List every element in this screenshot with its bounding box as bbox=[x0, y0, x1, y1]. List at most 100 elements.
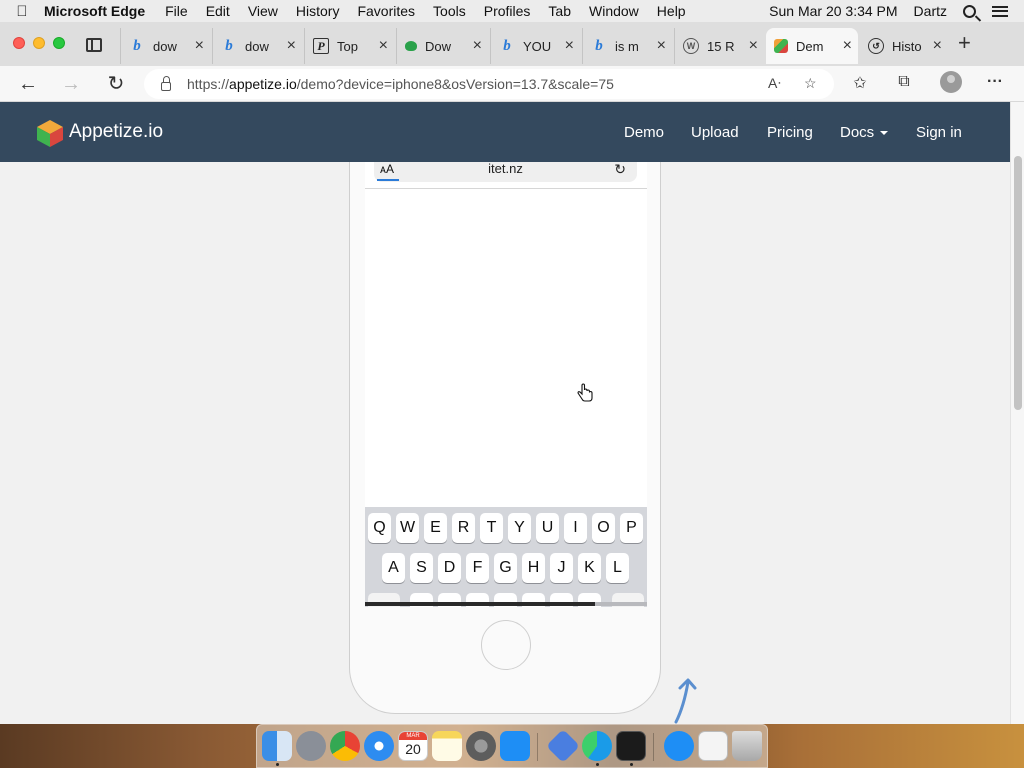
nav-demo[interactable]: Demo bbox=[624, 124, 664, 141]
key-e[interactable]: E bbox=[424, 513, 447, 543]
read-aloud-icon[interactable]: Aᐧ bbox=[768, 75, 781, 92]
key-l[interactable]: L bbox=[606, 553, 629, 583]
menu-edit[interactable]: Edit bbox=[206, 3, 230, 19]
key-u[interactable]: U bbox=[536, 513, 559, 543]
close-tab-icon[interactable]: × bbox=[933, 37, 942, 55]
key-f[interactable]: F bbox=[466, 553, 489, 583]
menu-window[interactable]: Window bbox=[589, 3, 639, 19]
key-k[interactable]: K bbox=[578, 553, 601, 583]
key-r[interactable]: R bbox=[452, 513, 475, 543]
menu-tab[interactable]: Tab bbox=[548, 3, 571, 19]
key-h[interactable]: H bbox=[522, 553, 545, 583]
key-a[interactable]: A bbox=[382, 553, 405, 583]
terminal-icon[interactable] bbox=[616, 731, 646, 761]
nav-docs[interactable]: Docs bbox=[840, 124, 889, 141]
control-center-icon[interactable] bbox=[992, 5, 1008, 17]
system-preferences-icon[interactable] bbox=[466, 731, 496, 761]
tab-3[interactable]: P Top × bbox=[304, 28, 394, 64]
nav-pricing[interactable]: Pricing bbox=[767, 124, 813, 141]
scrollbar-thumb[interactable] bbox=[1014, 156, 1022, 410]
nav-upload[interactable]: Upload bbox=[691, 124, 739, 141]
key-p[interactable]: P bbox=[620, 513, 643, 543]
key-o[interactable]: O bbox=[592, 513, 615, 543]
address-url[interactable]: https://appetize.io/demo?device=iphone8&… bbox=[187, 76, 614, 92]
safari-icon[interactable] bbox=[364, 731, 394, 761]
app-store-icon[interactable] bbox=[500, 731, 530, 761]
tab-title: Top bbox=[337, 38, 358, 54]
running-indicator bbox=[630, 763, 633, 766]
back-button[interactable]: ← bbox=[15, 71, 41, 97]
menu-history[interactable]: History bbox=[296, 3, 340, 19]
key-t[interactable]: T bbox=[480, 513, 503, 543]
app-menu[interactable]: Microsoft Edge bbox=[44, 3, 145, 19]
close-tab-icon[interactable]: × bbox=[287, 37, 296, 55]
calendar-icon[interactable]: MAR 20 bbox=[398, 731, 428, 761]
favorites-icon[interactable]: ✩ bbox=[849, 73, 871, 95]
page-scrollbar[interactable] bbox=[1010, 102, 1024, 724]
edge-icon[interactable] bbox=[582, 731, 612, 761]
key-y[interactable]: Y bbox=[508, 513, 531, 543]
close-tab-icon[interactable]: × bbox=[657, 37, 666, 55]
safari-reload-icon[interactable]: ↻ bbox=[614, 161, 626, 178]
phone-screen[interactable]: ᴀA itet.nz ↻ Q W E R T Y U I O P A S D F… bbox=[365, 132, 647, 607]
menu-profiles[interactable]: Profiles bbox=[484, 3, 531, 19]
tab-4[interactable]: Dow × bbox=[396, 28, 488, 64]
zoom-window-button[interactable] bbox=[53, 37, 65, 49]
close-tab-icon[interactable]: × bbox=[565, 37, 574, 55]
address-bar[interactable]: https://appetize.io/demo?device=iphone8&… bbox=[144, 69, 834, 99]
spotlight-search-icon[interactable] bbox=[963, 4, 976, 18]
new-tab-button[interactable]: + bbox=[958, 30, 971, 56]
tab-5[interactable]: b YOU × bbox=[490, 28, 580, 64]
tab-1[interactable]: b dow × bbox=[120, 28, 210, 64]
key-g[interactable]: G bbox=[494, 553, 517, 583]
nav-sign-in[interactable]: Sign in bbox=[916, 124, 962, 141]
close-tab-icon[interactable]: × bbox=[473, 37, 482, 55]
refresh-button[interactable]: ↻ bbox=[103, 71, 129, 97]
tab-8-active[interactable]: Dem × bbox=[766, 28, 858, 64]
launchpad-icon[interactable] bbox=[296, 731, 326, 761]
close-tab-icon[interactable]: × bbox=[749, 37, 758, 55]
lock-icon[interactable] bbox=[161, 75, 171, 91]
tab-7[interactable]: W 15 R × bbox=[674, 28, 764, 64]
menu-tools[interactable]: Tools bbox=[433, 3, 466, 19]
close-tab-icon[interactable]: × bbox=[195, 37, 204, 55]
tab-actions-icon[interactable] bbox=[86, 38, 102, 52]
key-j[interactable]: J bbox=[550, 553, 573, 583]
apple-menu-icon[interactable]:  bbox=[0, 3, 44, 20]
key-s[interactable]: S bbox=[410, 553, 433, 583]
home-button[interactable] bbox=[481, 620, 531, 670]
key-w[interactable]: W bbox=[396, 513, 419, 543]
tab-6[interactable]: b is m × bbox=[582, 28, 672, 64]
tab-2[interactable]: b dow × bbox=[212, 28, 302, 64]
menu-help[interactable]: Help bbox=[657, 3, 686, 19]
menu-file[interactable]: File bbox=[165, 3, 188, 19]
close-window-button[interactable] bbox=[13, 37, 25, 49]
profile-avatar[interactable] bbox=[940, 71, 962, 93]
trash-icon[interactable] bbox=[732, 731, 762, 761]
visual-studio-icon[interactable] bbox=[546, 729, 580, 763]
app-store-downloads-icon[interactable] bbox=[664, 731, 694, 761]
close-tab-icon[interactable]: × bbox=[843, 37, 852, 55]
site-brand[interactable]: Appetize.io bbox=[69, 121, 163, 143]
chrome-icon[interactable] bbox=[330, 731, 360, 761]
key-i[interactable]: I bbox=[564, 513, 587, 543]
document-icon[interactable] bbox=[698, 731, 728, 761]
appetize-logo-icon[interactable] bbox=[35, 118, 65, 148]
tab-9[interactable]: ↺ Histo × bbox=[860, 28, 948, 64]
menu-favorites[interactable]: Favorites bbox=[357, 3, 415, 19]
key-q[interactable]: Q bbox=[368, 513, 391, 543]
page-load-progress bbox=[377, 179, 399, 181]
menubar-clock[interactable]: Sun Mar 20 3:34 PM bbox=[769, 3, 897, 19]
forward-button[interactable]: → bbox=[58, 71, 84, 97]
collections-icon[interactable]: ⧉ bbox=[893, 73, 915, 95]
close-tab-icon[interactable]: × bbox=[379, 37, 388, 55]
add-favorite-icon[interactable]: ☆ bbox=[804, 75, 817, 92]
key-d[interactable]: D bbox=[438, 553, 461, 583]
menubar-user[interactable]: Dartz bbox=[914, 3, 947, 19]
finder-icon[interactable] bbox=[262, 731, 292, 761]
safari-host-label[interactable]: itet.nz bbox=[374, 161, 637, 176]
notes-icon[interactable] bbox=[432, 731, 462, 761]
more-options-icon[interactable]: ··· bbox=[984, 73, 1006, 95]
menu-view[interactable]: View bbox=[248, 3, 278, 19]
minimize-window-button[interactable] bbox=[33, 37, 45, 49]
